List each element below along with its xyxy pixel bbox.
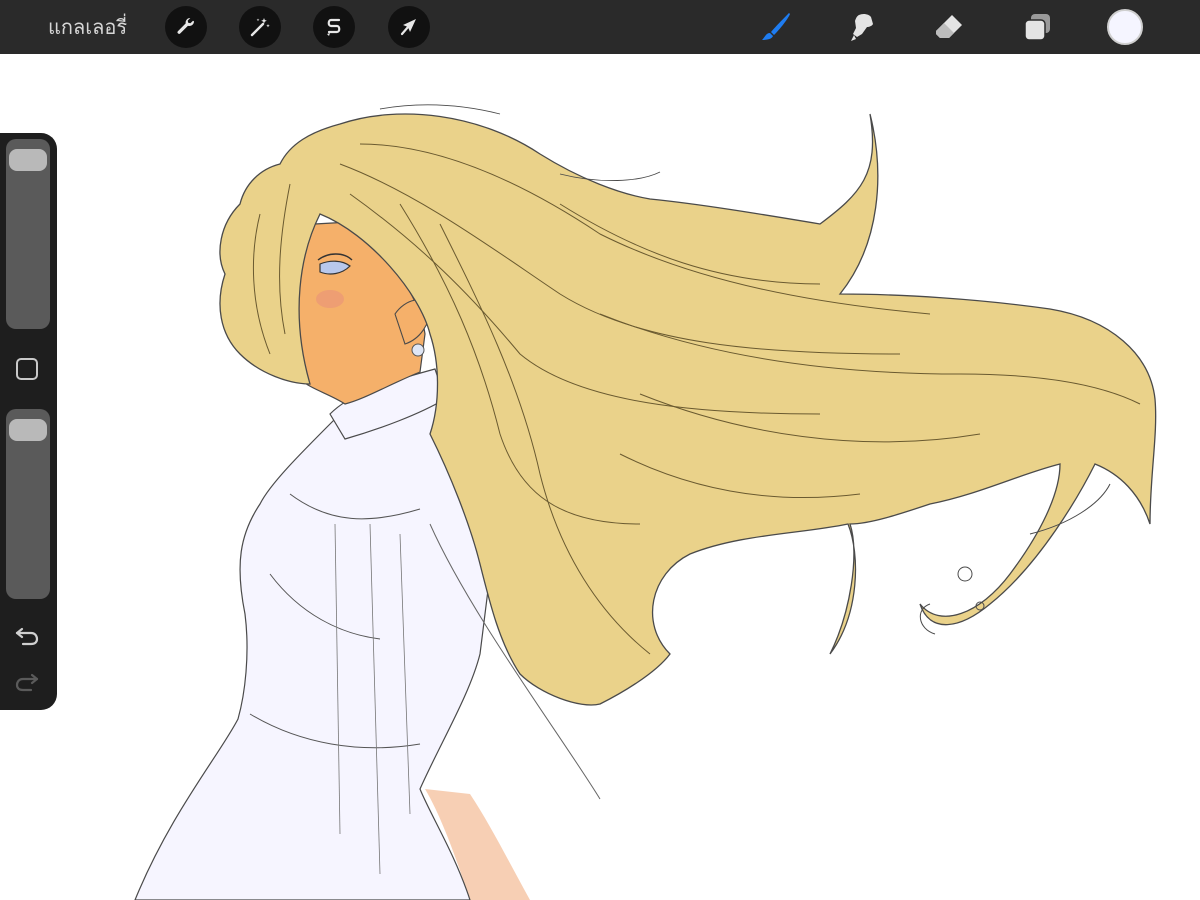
- modify-button[interactable]: [16, 358, 38, 380]
- smudge-finger-icon: [851, 13, 873, 41]
- opacity-thumb[interactable]: [9, 419, 47, 442]
- wrench-icon: [177, 17, 194, 34]
- opacity-slider[interactable]: [6, 409, 50, 599]
- brush-size-slider[interactable]: [6, 139, 50, 329]
- actions-button[interactable]: [165, 6, 207, 48]
- left-sidebar: [0, 133, 57, 710]
- gallery-button[interactable]: แกลเลอรี่: [48, 0, 127, 54]
- magic-wand-icon: [250, 18, 270, 37]
- selection-button[interactable]: [313, 6, 355, 48]
- color-picker-button[interactable]: [1107, 9, 1143, 45]
- eraser-button[interactable]: [930, 8, 968, 46]
- undo-arrow-icon[interactable]: [13, 621, 41, 649]
- top-toolbar: แกลเลอรี่: [0, 0, 1200, 54]
- brush-button[interactable]: [757, 8, 795, 46]
- transform-button[interactable]: [388, 6, 430, 48]
- layers-icon: [1024, 14, 1050, 41]
- drawing-canvas[interactable]: [0, 54, 1200, 900]
- artwork: [134, 104, 1157, 900]
- smudge-button[interactable]: [843, 8, 881, 46]
- arrow-cursor-icon: [400, 19, 416, 36]
- adjustments-button[interactable]: [239, 6, 281, 48]
- selection-s-icon: [327, 18, 341, 36]
- redo-arrow-icon[interactable]: [13, 667, 41, 695]
- brush-icon: [762, 13, 790, 40]
- layers-button[interactable]: [1018, 8, 1056, 46]
- eraser-icon: [936, 15, 962, 38]
- brush-size-thumb[interactable]: [9, 149, 47, 172]
